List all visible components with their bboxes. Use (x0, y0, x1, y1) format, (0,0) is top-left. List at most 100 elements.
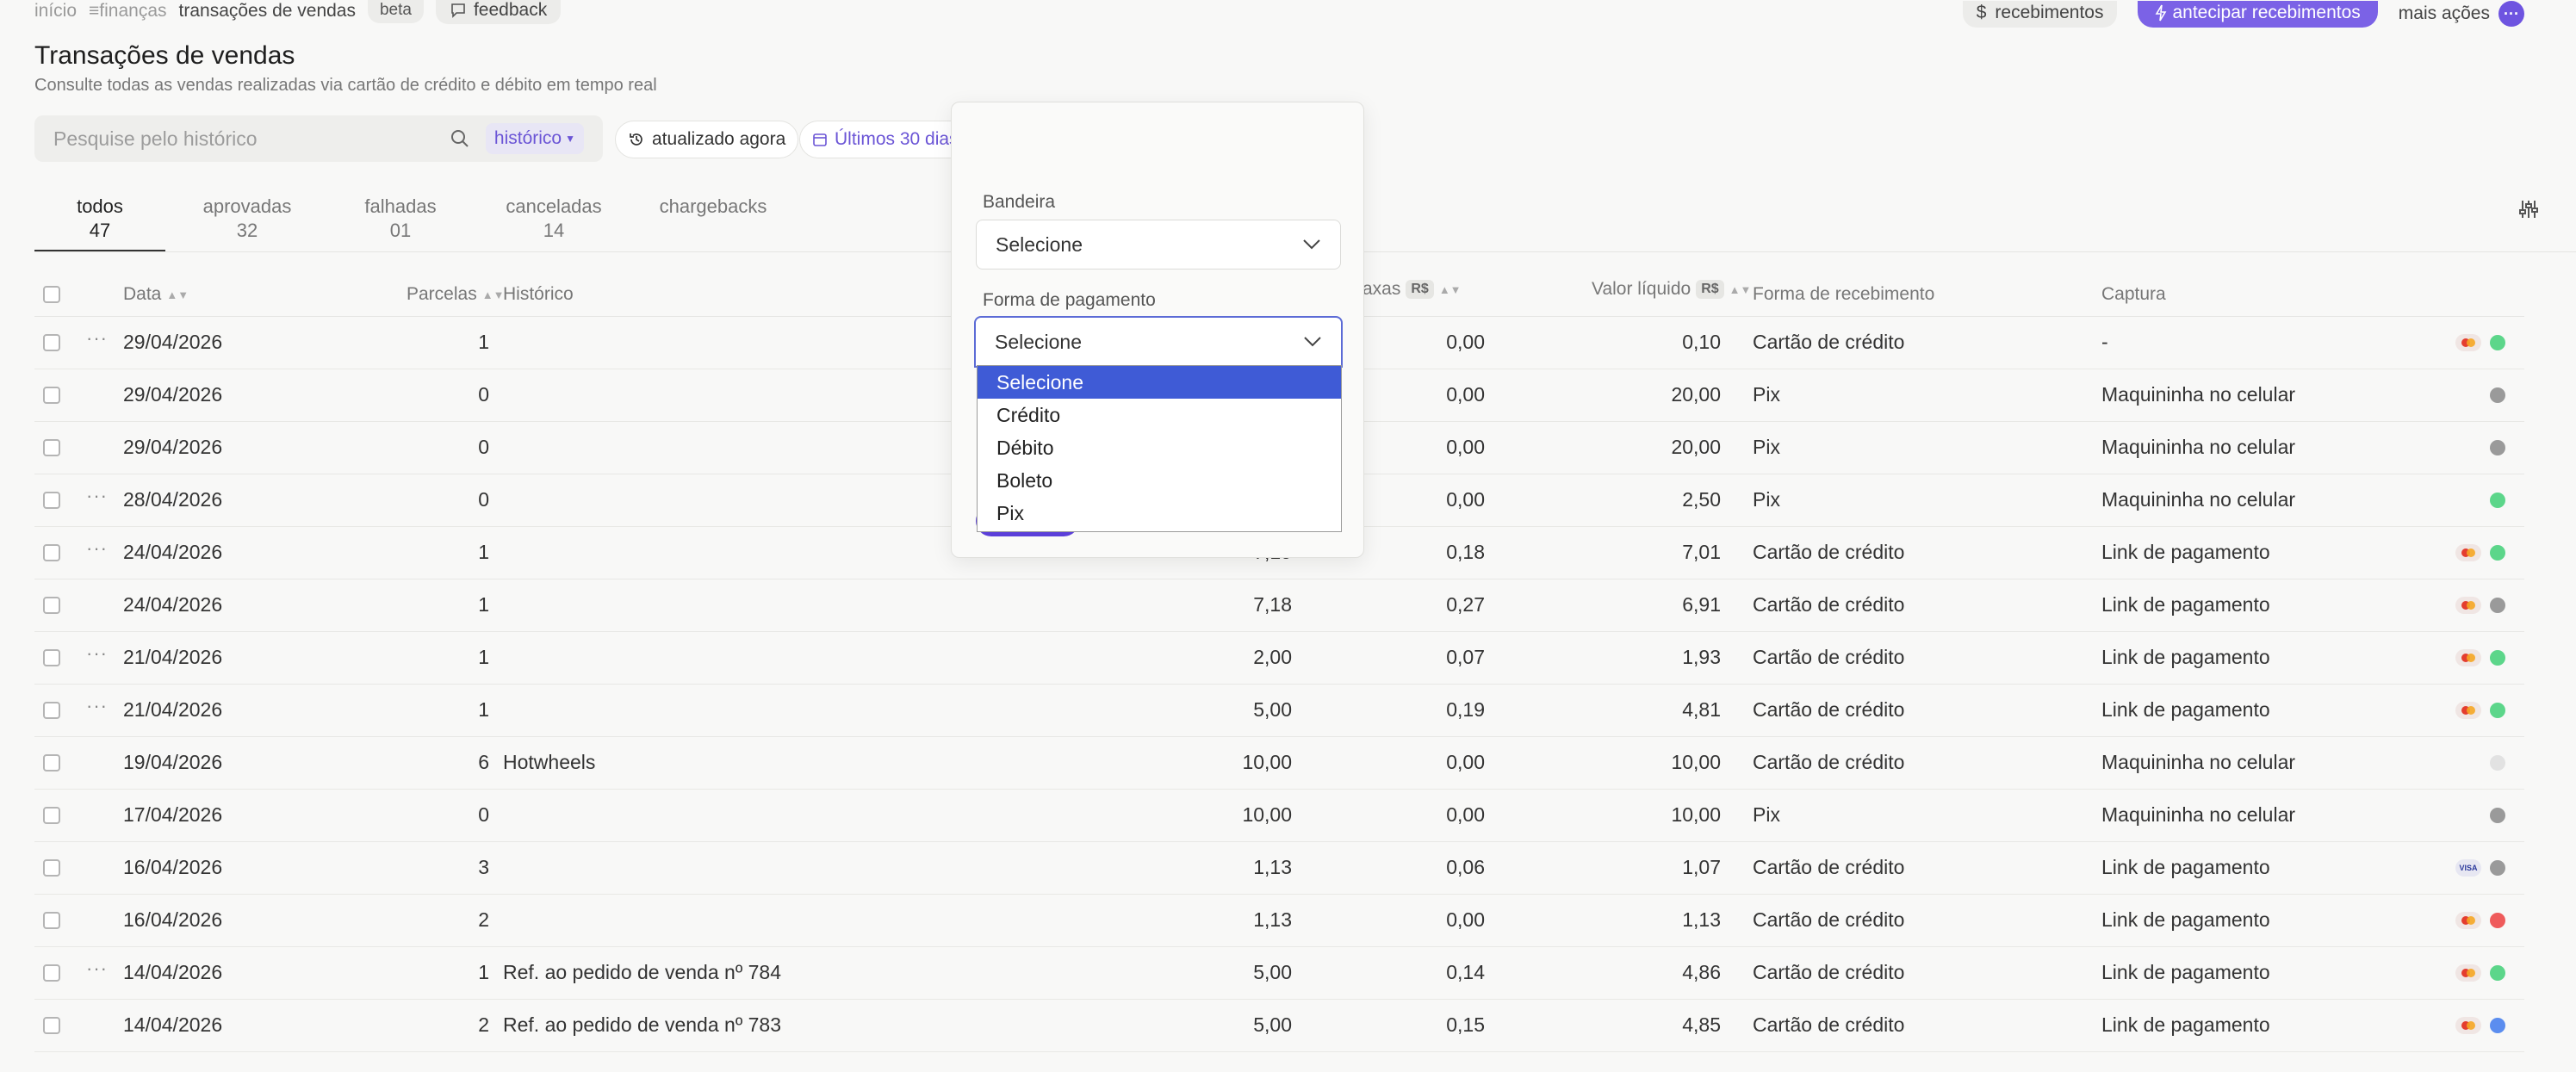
brand-filter-label: Bandeira (983, 192, 1056, 212)
cell-receive-method: Pix (1753, 803, 1780, 826)
cell-receive-method: Cartão de crédito (1753, 698, 1905, 721)
table-row[interactable]: 17/04/2026 0 10,00 0,00 10,00 Pix Maquininha n… (34, 790, 2524, 842)
cell-fees: 0,00 (1446, 488, 1485, 511)
cell-installments: 2 (478, 1013, 489, 1036)
column-date[interactable]: Data ▲▼ (123, 284, 189, 305)
cell-net-value: 4,86 (1682, 961, 1721, 983)
row-checkbox[interactable] (43, 544, 60, 561)
cell-receive-method: Cartão de crédito (1753, 908, 1905, 931)
tab-canceladas[interactable]: canceladas 14 (472, 195, 636, 252)
cell-date: 29/04/2026 (123, 436, 223, 458)
tab-chargebacks[interactable]: chargebacks (636, 195, 791, 252)
cell-installments: 2 (478, 908, 489, 931)
tab-falhadas[interactable]: falhadas 01 (329, 195, 472, 252)
tab-aprovadas[interactable]: aprovadas 32 (165, 195, 329, 252)
row-menu-icon[interactable]: ··· (86, 957, 108, 980)
row-checkbox[interactable] (43, 859, 60, 877)
page-title: Transações de vendas (34, 41, 295, 70)
refresh-chip[interactable]: atualizado agora (615, 121, 799, 158)
cell-fees: 0,14 (1446, 961, 1485, 983)
tab-label: canceladas (506, 195, 602, 217)
payment-option-crédito[interactable]: Crédito (978, 399, 1341, 431)
table-row[interactable]: 14/04/2026 2 Ref. ao pedido de venda nº 78… (34, 1000, 2524, 1052)
tab-count: 01 (389, 220, 412, 241)
breadcrumb-home[interactable]: início (34, 1, 77, 22)
anticipate-button[interactable]: antecipar recebimentos (2138, 0, 2378, 28)
tab-count: 14 (543, 220, 565, 241)
breadcrumb-section[interactable]: ≡finanças (89, 1, 166, 22)
row-checkbox[interactable] (43, 649, 60, 666)
row-checkbox[interactable] (43, 964, 60, 982)
status-dot (2490, 493, 2505, 508)
cell-date: 16/04/2026 (123, 908, 223, 931)
mastercard-icon (2455, 334, 2481, 351)
table-row[interactable]: 24/04/2026 1 7,18 0,27 6,91 Cartão de crédito… (34, 579, 2524, 632)
row-menu-icon[interactable]: ··· (86, 485, 108, 507)
row-checkbox[interactable] (43, 1017, 60, 1034)
cell-date: 19/04/2026 (123, 751, 223, 773)
cell-installments: 1 (478, 698, 489, 721)
table-row[interactable]: 16/04/2026 2 1,13 0,00 1,13 Cartão de crédito… (34, 895, 2524, 947)
row-checkbox[interactable] (43, 492, 60, 509)
row-checkbox[interactable] (43, 439, 60, 456)
row-checkbox[interactable] (43, 334, 60, 351)
cell-installments: 1 (478, 646, 489, 668)
row-checkbox[interactable] (43, 387, 60, 404)
table-row[interactable]: 16/04/2026 3 1,13 0,06 1,07 Cartão de crédito… (34, 842, 2524, 895)
select-all-checkbox[interactable] (43, 286, 60, 303)
mastercard-icon (2455, 702, 2481, 719)
currency-badge: R$ (1406, 280, 1434, 299)
column-net-value[interactable]: Valor líquido R$ ▲▼ (1592, 279, 1751, 300)
row-checkbox[interactable] (43, 702, 60, 719)
table-row[interactable]: 19/04/2026 6 Hotwheels 10,00 0,00 10,00 Cartão… (34, 737, 2524, 790)
cell-history: Hotwheels (503, 751, 596, 773)
more-actions-button[interactable]: mais ações ··· (2399, 1, 2524, 27)
column-settings-icon[interactable] (2516, 196, 2542, 222)
cell-receive-method: Pix (1753, 436, 1780, 458)
row-menu-icon[interactable]: ··· (86, 642, 108, 665)
chevron-down-icon (1304, 337, 1321, 347)
cell-installments: 1 (478, 331, 489, 353)
cell-date: 21/04/2026 (123, 698, 223, 721)
period-chip[interactable]: Últimos 30 dias (799, 121, 971, 158)
tab-count: 47 (89, 220, 111, 241)
payment-option-boleto[interactable]: Boleto (978, 464, 1341, 497)
table-row[interactable]: ··· 14/04/2026 1 Ref. ao pedido de venda nº… (34, 947, 2524, 1000)
column-fees[interactable]: axas R$ ▲▼ (1362, 279, 1462, 300)
payment-option-selecione[interactable]: Selecione (978, 366, 1341, 399)
cell-installments: 0 (478, 803, 489, 826)
cell-date: 29/04/2026 (123, 383, 223, 406)
feedback-label: feedback (473, 0, 548, 20)
cell-net-value: 10,00 (1671, 751, 1721, 773)
cell-installments: 1 (478, 593, 489, 616)
row-menu-icon[interactable]: ··· (86, 537, 108, 560)
column-history: Histórico (503, 284, 574, 304)
cell-net-value: 2,50 (1682, 488, 1721, 511)
search-scope-select[interactable]: histórico ▼ (485, 123, 584, 154)
table-row[interactable]: ··· 21/04/2026 1 5,00 0,19 4,81 Cartão de créd… (34, 685, 2524, 737)
feedback-button[interactable]: feedback (435, 0, 562, 24)
cell-capture: Link de pagamento (2101, 593, 2270, 616)
status-dot (2490, 965, 2505, 981)
brand-select[interactable]: Selecione (976, 220, 1341, 270)
tab-todos[interactable]: todos 47 (34, 195, 165, 252)
row-menu-icon[interactable]: ··· (86, 327, 108, 350)
search-scope-label: histórico (493, 128, 562, 148)
search-input[interactable] (53, 127, 450, 151)
table-row[interactable]: ··· 21/04/2026 1 2,00 0,07 1,93 Cartão de créd… (34, 632, 2524, 685)
row-checkbox[interactable] (43, 807, 60, 824)
search-icon[interactable] (450, 128, 470, 149)
row-menu-icon[interactable]: ··· (86, 695, 108, 717)
column-installments[interactable]: Parcelas ▲▼ (407, 284, 504, 305)
row-checkbox[interactable] (43, 912, 60, 929)
payment-option-pix[interactable]: Pix (978, 497, 1341, 530)
row-checkbox[interactable] (43, 754, 60, 771)
cell-fees: 0,06 (1446, 856, 1485, 878)
payment-method-select[interactable]: Selecione (974, 316, 1343, 368)
cell-fees: 0,18 (1446, 541, 1485, 563)
payment-option-débito[interactable]: Débito (978, 431, 1341, 464)
payment-select-value: Selecione (995, 330, 1083, 353)
top-actions: $ recebimentos antecipar recebimentos ma… (1962, 0, 2524, 28)
receivables-button[interactable]: $ recebimentos (1962, 0, 2118, 28)
row-checkbox[interactable] (43, 597, 60, 614)
